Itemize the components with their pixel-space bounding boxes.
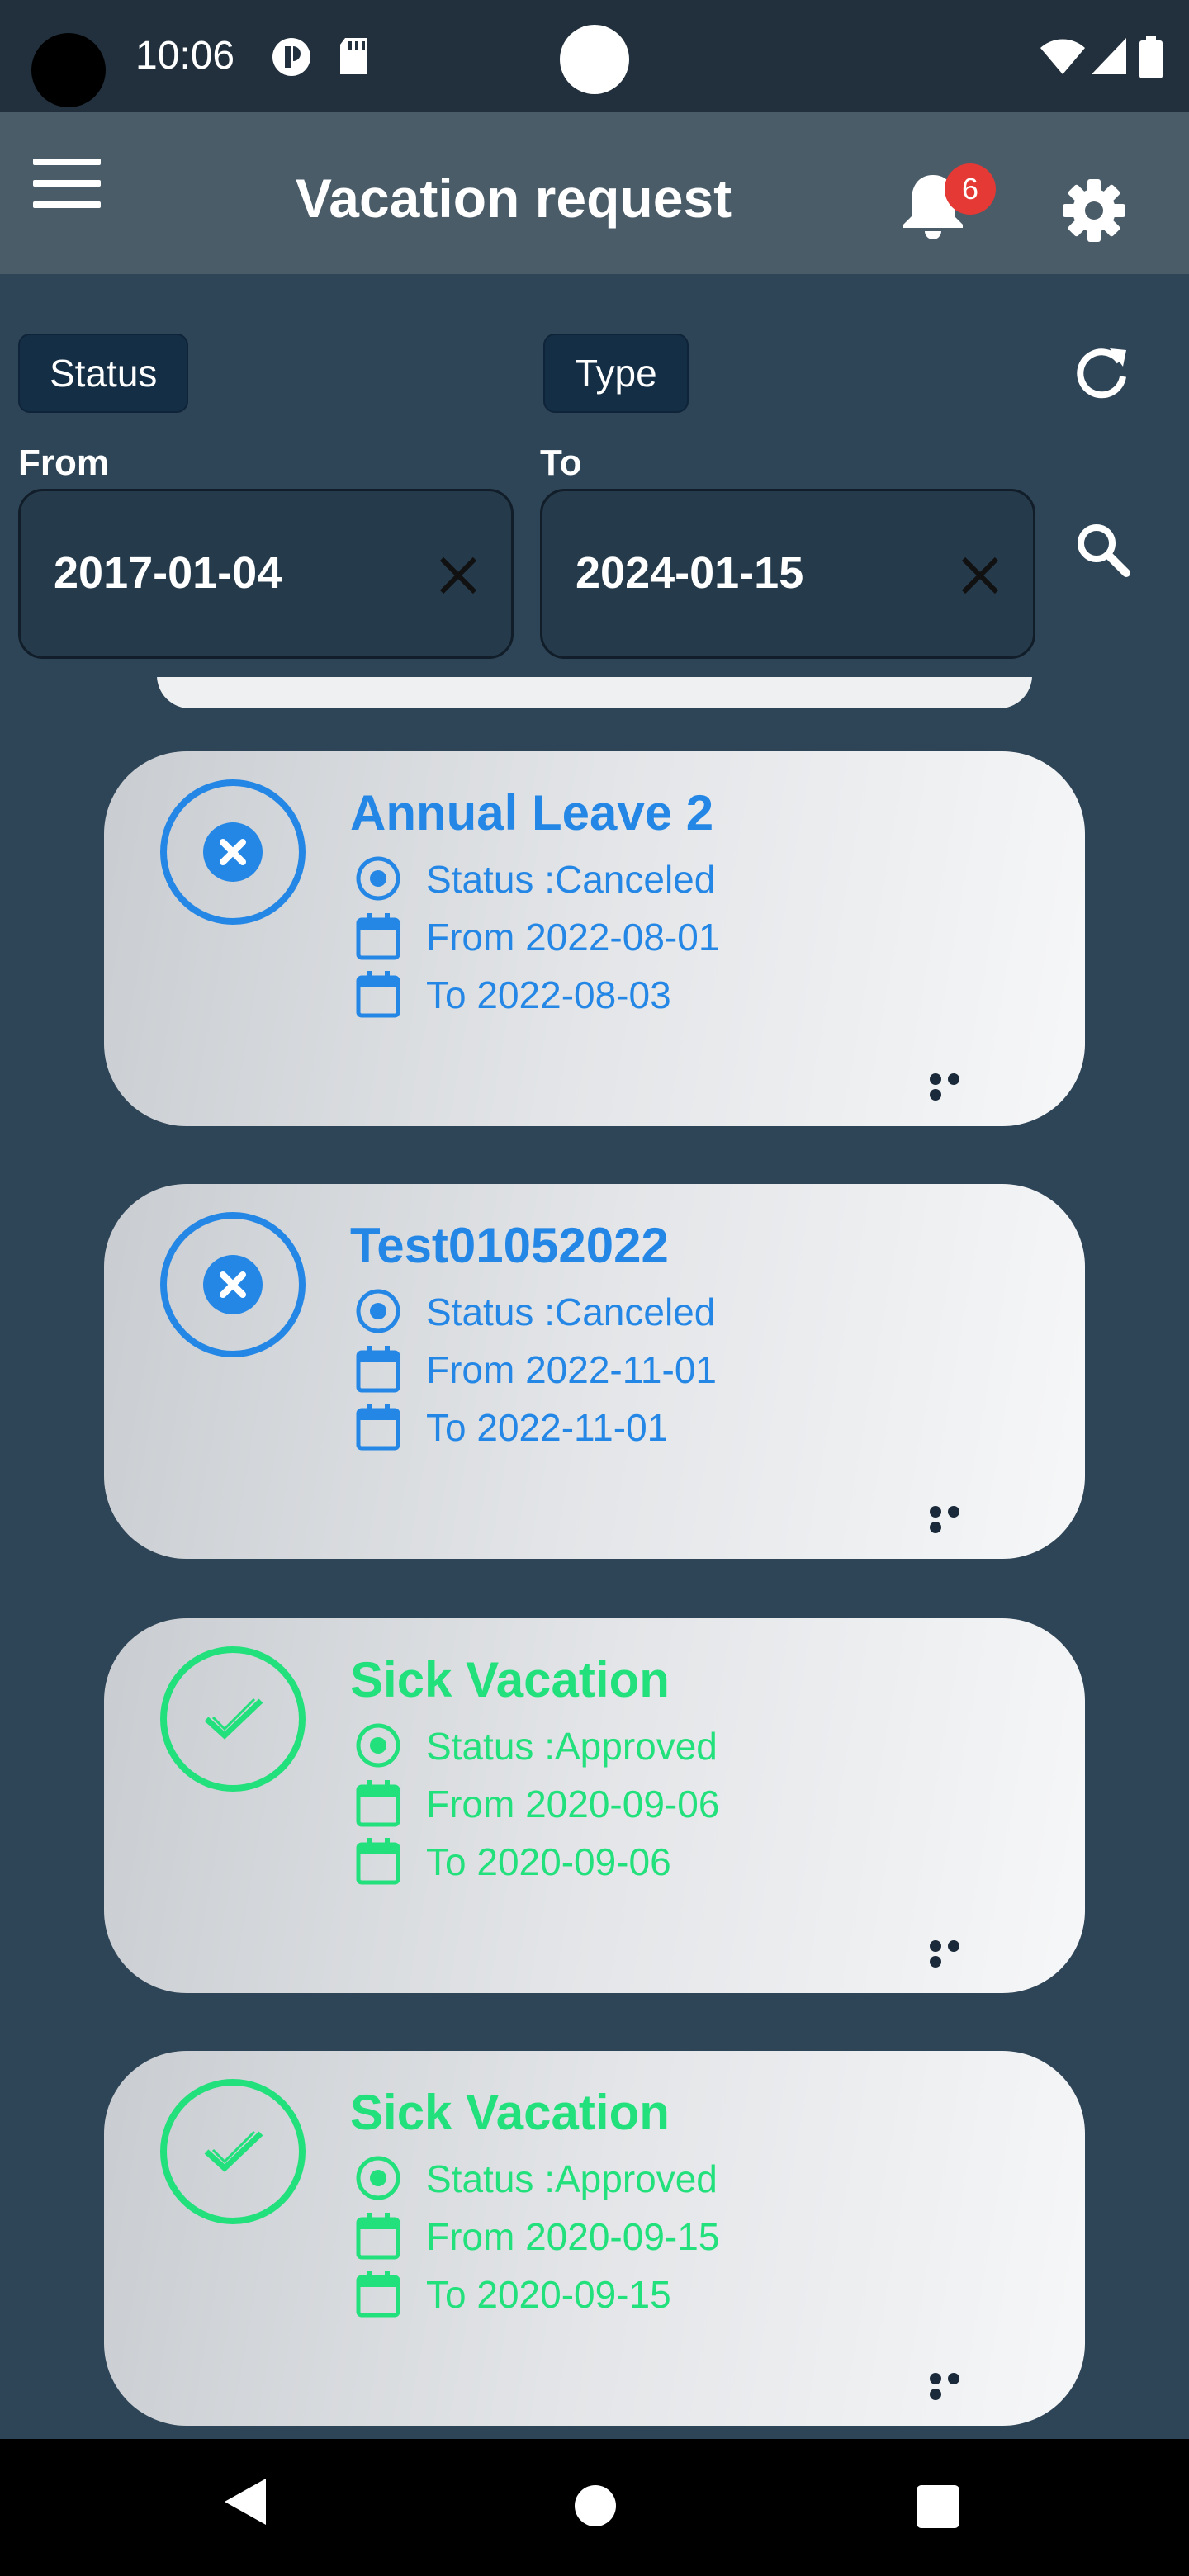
from-date-field[interactable]: 2017-01-04 [18,489,514,659]
more-options-icon[interactable] [930,2373,983,2400]
to-label: To [540,443,582,483]
request-status: Status :Canceled [426,1290,716,1333]
request-card[interactable]: Test01052022 Status :Canceled From 2022-… [104,1184,1085,1559]
calendar-icon [356,913,400,960]
request-status: Status :Approved [426,2157,718,2200]
calendar-icon [356,1780,400,1827]
battery-icon [1139,36,1163,78]
status-bar: 10:06 [0,0,1189,112]
request-to: To 2022-11-01 [426,1406,669,1449]
more-options-icon[interactable] [930,1940,983,1968]
clear-from-icon[interactable] [433,551,483,600]
request-status: Status :Canceled [426,858,716,901]
request-to: To 2022-08-03 [426,973,671,1016]
status-time: 10:06 [135,34,235,78]
request-status: Status :Approved [426,1725,718,1768]
request-title: Annual Leave 2 [350,785,714,841]
sd-card-icon [340,38,367,74]
to-date-value: 2024-01-15 [576,548,804,598]
clear-to-icon[interactable] [955,551,1005,600]
request-from: From 2020-09-15 [426,2215,720,2258]
radio-status-icon [356,856,400,901]
more-options-icon[interactable] [930,1073,983,1101]
previous-card-edge [157,677,1032,708]
page-title: Vacation request [295,168,732,229]
calendar-icon [356,1346,400,1393]
app-notification-icon [272,38,310,76]
request-card[interactable]: Annual Leave 2 Status :Canceled From 202… [104,751,1085,1126]
calendar-icon [356,1838,400,1885]
radio-status-icon [356,1289,400,1333]
request-to: To 2020-09-15 [426,2273,671,2316]
request-title: Sick Vacation [350,2085,670,2140]
more-options-icon[interactable] [930,1506,983,1533]
search-icon[interactable] [1073,520,1131,578]
app-bar: Vacation request 6 [0,112,1189,274]
refresh-icon[interactable] [1073,343,1131,401]
request-from: From 2020-09-06 [426,1783,720,1825]
front-camera [560,25,629,94]
cancel-status-icon [160,1212,306,1357]
calendar-icon [356,971,400,1018]
recent-apps-icon[interactable] [917,2485,959,2528]
request-card[interactable]: Sick Vacation Status :Approved From 2020… [104,2051,1085,2426]
type-filter-chip[interactable]: Type [543,334,689,413]
vacation-request-list[interactable]: Annual Leave 2 Status :Canceled From 202… [0,677,1189,2439]
back-icon[interactable] [225,2479,266,2525]
request-from: From 2022-11-01 [426,1348,717,1391]
calendar-icon [356,2271,400,2318]
status-filter-chip[interactable]: Status [18,334,189,413]
calendar-icon [356,1404,400,1451]
wifi-icon [1040,39,1085,74]
home-icon[interactable] [575,2485,616,2526]
request-title: Sick Vacation [350,1652,670,1707]
check-status-icon [160,1646,306,1792]
settings-gear-icon[interactable] [1062,178,1126,243]
system-nav-bar [0,2439,1189,2576]
to-date-field[interactable]: 2024-01-15 [540,489,1035,659]
check-status-icon [160,2079,306,2224]
signal-icon [1092,38,1126,74]
cancel-status-icon [160,779,306,925]
request-card[interactable]: Sick Vacation Status :Approved From 2020… [104,1618,1085,1993]
notification-badge: 6 [945,163,996,215]
request-to: To 2020-09-06 [426,1840,671,1883]
request-from: From 2022-08-01 [426,916,720,959]
radio-status-icon [356,1723,400,1768]
calendar-icon [356,2213,400,2260]
from-label: From [18,443,109,483]
request-title: Test01052022 [350,1218,669,1273]
radio-status-icon [356,2156,400,2200]
camera-cutout [31,33,106,107]
from-date-value: 2017-01-04 [54,548,282,598]
